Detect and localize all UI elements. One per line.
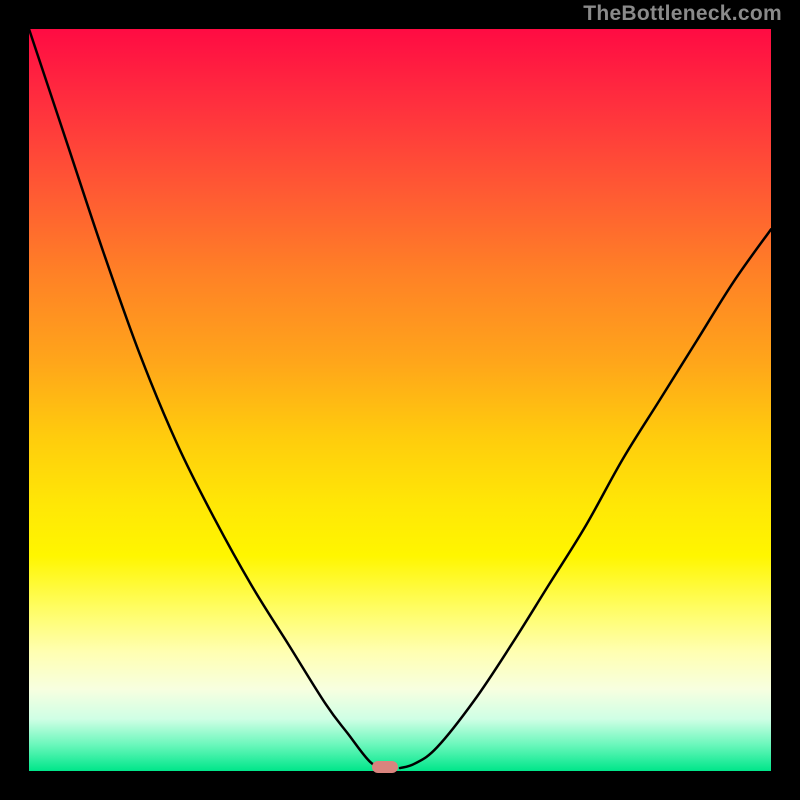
watermark-text: TheBottleneck.com: [583, 2, 782, 26]
bottleneck-curve: [29, 29, 771, 771]
plot-area: [29, 29, 771, 771]
chart-container: TheBottleneck.com: [0, 0, 800, 800]
optimal-point-marker: [372, 761, 398, 773]
